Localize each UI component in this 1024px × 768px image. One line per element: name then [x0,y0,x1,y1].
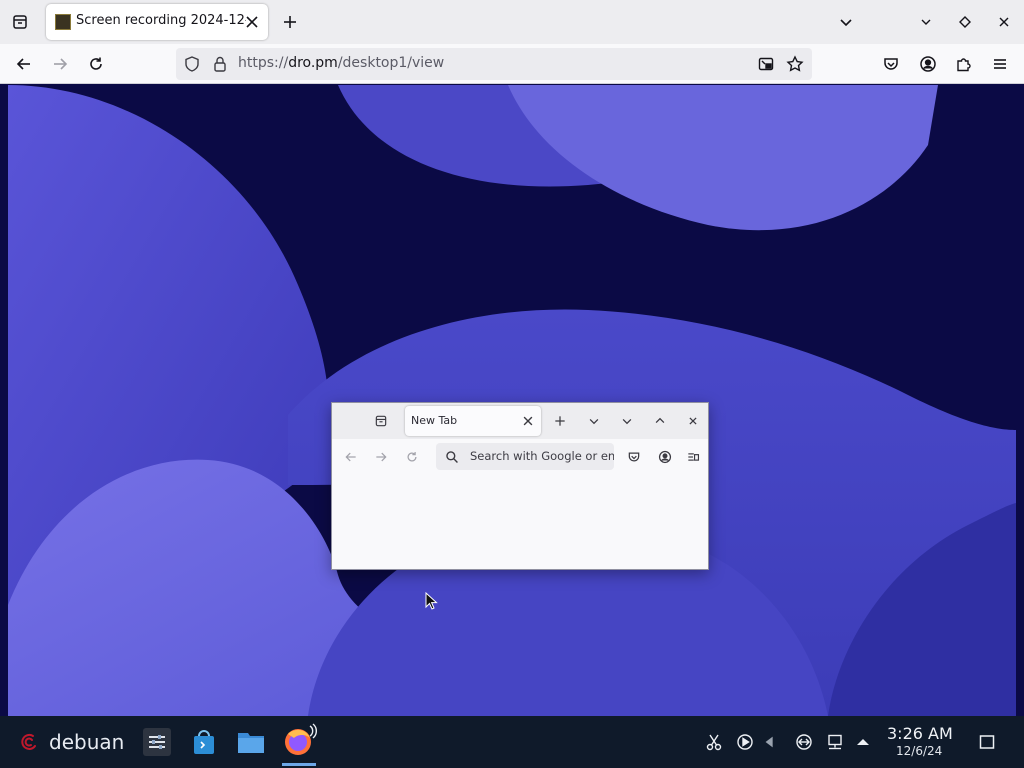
url-text[interactable]: https://dro.pm/desktop1/view [238,55,444,71]
inner-tab-list-icon[interactable] [372,413,390,429]
inner-close-tab-icon[interactable] [521,414,535,428]
inner-extensions-icon[interactable] [684,448,702,466]
settings-manager-icon[interactable] [143,728,171,756]
taskbar: debuan 3:26 AM 12/6/24 [0,716,1024,768]
url-path: /desktop1/view [337,55,445,71]
inner-tab-bar: New Tab [332,403,708,439]
address-bar[interactable]: https://dro.pm/desktop1/view [176,48,812,80]
inner-search-placeholder: Search with Google or ent [470,449,614,463]
screenshot-scissors-icon[interactable] [704,732,724,752]
pocket-icon[interactable] [878,52,904,76]
software-store-icon[interactable] [190,728,218,756]
minimize-icon[interactable] [914,10,938,34]
inner-maximize-icon[interactable] [652,413,668,429]
tab-list-icon[interactable] [6,8,34,36]
extensions-puzzle-icon[interactable] [951,52,977,76]
firefox-icon[interactable] [280,722,320,758]
account-icon[interactable] [915,52,941,76]
inner-account-icon[interactable] [656,448,674,466]
inner-list-all-tabs-icon[interactable] [586,413,602,429]
list-all-tabs-chevron-icon[interactable] [834,10,858,34]
tracking-protection-shield-icon[interactable] [182,54,202,74]
clock-time[interactable]: 3:26 AM [887,724,953,743]
browser-tab[interactable]: Screen recording 2024-12- [46,4,268,40]
active-app-indicator [282,763,316,766]
file-manager-folder-icon[interactable] [236,728,266,756]
debian-swirl-icon[interactable] [20,732,40,752]
video-favicon-icon [55,14,71,30]
inner-forward-arrow-icon[interactable] [372,448,390,466]
inner-minimize-icon[interactable] [619,413,635,429]
restore-icon[interactable] [953,10,977,34]
mouse-cursor-icon [425,592,438,610]
show-desktop-icon[interactable] [977,732,997,752]
reload-icon[interactable] [82,50,110,78]
forward-arrow-icon[interactable] [46,50,74,78]
wired-connection-icon[interactable] [825,732,845,752]
inner-pocket-icon[interactable] [625,448,643,466]
inner-tab-title: New Tab [411,414,458,427]
inner-close-window-icon[interactable] [685,413,701,429]
close-tab-icon[interactable] [242,12,262,32]
bookmark-star-icon[interactable] [785,54,805,74]
tray-expand-arrow-icon[interactable] [854,732,872,752]
browser-nav-bar: https://dro.pm/desktop1/view [0,44,1024,84]
url-host: dro.pm [288,55,338,71]
picture-in-picture-icon[interactable] [756,54,776,74]
inner-address-bar[interactable]: Search with Google or ent [436,443,614,470]
inner-new-tab-icon[interactable] [552,413,568,429]
inner-search-icon [444,449,460,465]
browser-tab-bar: Screen recording 2024-12- [0,0,1024,44]
remote-desktop-view[interactable]: New Tab Search with Google or ent [8,85,1016,716]
clock-date[interactable]: 12/6/24 [896,744,942,758]
start-menu-label[interactable]: debuan [49,730,124,754]
volume-icon[interactable] [762,734,778,750]
close-window-icon[interactable] [992,10,1016,34]
inner-browser-window[interactable]: New Tab Search with Google or ent [331,402,709,570]
inner-tab[interactable]: New Tab [405,406,541,436]
inner-reload-icon[interactable] [403,448,421,466]
inner-page-content[interactable] [332,473,708,569]
back-arrow-icon[interactable] [10,50,38,78]
new-tab-icon[interactable] [278,10,302,34]
network-icon[interactable] [794,732,814,752]
media-player-icon[interactable] [735,732,755,752]
url-scheme: https:// [238,55,289,71]
tab-title: Screen recording 2024-12- [76,13,246,28]
menu-hamburger-icon[interactable] [987,52,1013,76]
inner-back-arrow-icon[interactable] [342,448,360,466]
wallpaper-waves [8,85,1016,716]
lock-icon[interactable] [210,54,230,74]
